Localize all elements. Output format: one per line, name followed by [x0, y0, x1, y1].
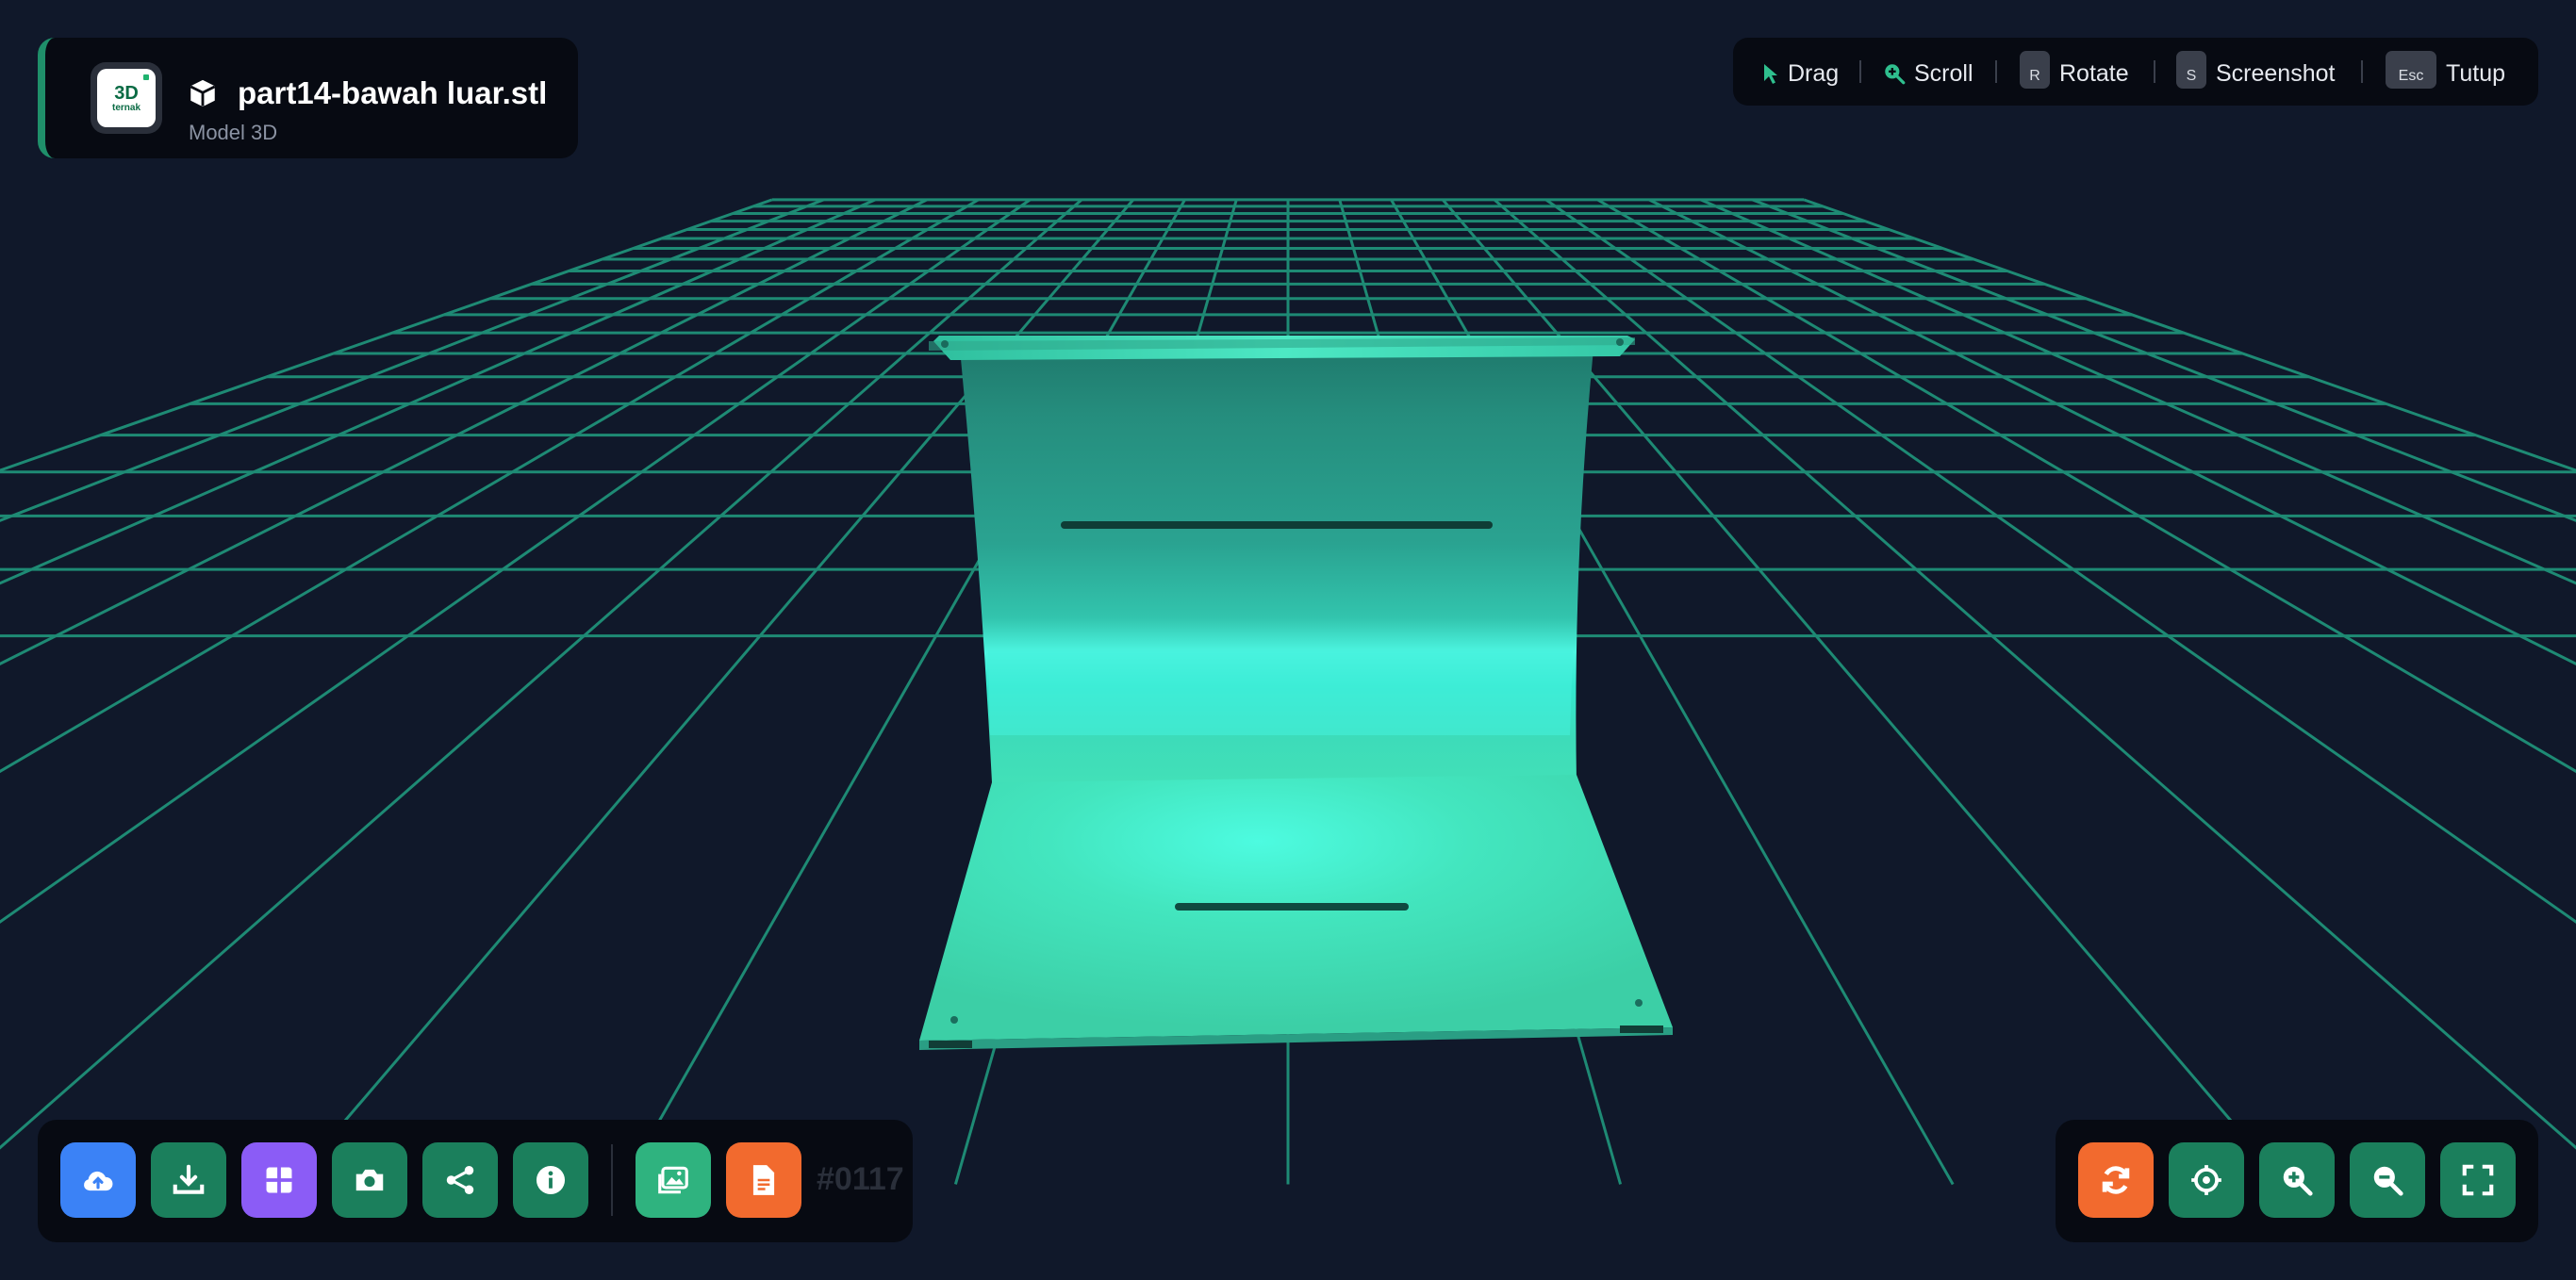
- upload-button[interactable]: [60, 1142, 136, 1218]
- hint-label: Rotate: [2059, 59, 2129, 87]
- logo-subtext: ternak: [111, 102, 140, 113]
- image-icon: [658, 1166, 688, 1194]
- view-toolbar: [2056, 1120, 2538, 1242]
- logo-text: 3D: [114, 82, 139, 104]
- download-icon: [173, 1164, 205, 1194]
- hint-label: Screenshot: [2216, 59, 2336, 87]
- 3d-viewport[interactable]: [0, 0, 2576, 1280]
- grid-toggle-button[interactable]: [241, 1142, 317, 1218]
- refresh-icon: [2102, 1166, 2130, 1194]
- zoom-in-icon: [2283, 1166, 2313, 1196]
- 3d-model[interactable]: [919, 336, 1673, 1050]
- document-button[interactable]: [726, 1142, 801, 1218]
- action-toolbar: #0117: [38, 1120, 913, 1242]
- hint-drag: Drag: [1761, 57, 1839, 90]
- zoom-in-button[interactable]: [2259, 1142, 2335, 1218]
- fullscreen-button[interactable]: [2440, 1142, 2516, 1218]
- zoom-icon: [1885, 64, 1906, 85]
- hint-scroll: Scroll: [1882, 57, 1973, 90]
- document-icon: [752, 1165, 775, 1195]
- fullscreen-icon: [2462, 1164, 2494, 1196]
- hint-screenshot: S Screenshot: [2176, 51, 2336, 90]
- pointer-icon: [1764, 64, 1777, 84]
- viewer-canvas[interactable]: [0, 0, 2576, 1280]
- camera-icon: [355, 1169, 384, 1191]
- recenter-button[interactable]: [2169, 1142, 2244, 1218]
- file-info-card: 3D ternak part14-bawah luar.stl Model 3D: [38, 38, 578, 158]
- download-button[interactable]: [151, 1142, 226, 1218]
- info-icon: [536, 1165, 566, 1195]
- info-button[interactable]: [513, 1142, 588, 1218]
- hint-label: Drag: [1788, 59, 1840, 87]
- zoom-out-icon: [2373, 1166, 2403, 1196]
- app-logo: 3D ternak: [91, 62, 162, 134]
- grid-icon: [266, 1167, 292, 1193]
- crosshair-icon: [2191, 1165, 2221, 1195]
- file-type-label: Model 3D: [189, 121, 278, 144]
- key-esc: Esc: [2386, 51, 2436, 89]
- cube-icon: [190, 79, 216, 107]
- hint-close: Esc Tutup: [2386, 51, 2506, 90]
- hint-rotate: R Rotate: [2020, 51, 2129, 90]
- auto-rotate-button[interactable]: [2078, 1142, 2154, 1218]
- gallery-button[interactable]: [636, 1142, 711, 1218]
- screenshot-button[interactable]: [332, 1142, 407, 1218]
- key-r: R: [2020, 51, 2050, 89]
- zoom-out-button[interactable]: [2350, 1142, 2425, 1218]
- model-counter: #0117: [817, 1161, 904, 1197]
- hint-label: Scroll: [1914, 59, 1973, 87]
- file-name: part14-bawah luar.stl: [238, 75, 548, 110]
- share-button[interactable]: [422, 1142, 498, 1218]
- hint-label: Tutup: [2446, 59, 2506, 87]
- toolbar-divider: [611, 1144, 613, 1216]
- key-s: S: [2176, 51, 2206, 89]
- cloud-upload-icon: [84, 1171, 113, 1191]
- share-icon: [446, 1165, 474, 1195]
- shortcut-hints-bar: Drag Scroll R Rotate S Screenshot Esc Tu…: [1733, 38, 2538, 106]
